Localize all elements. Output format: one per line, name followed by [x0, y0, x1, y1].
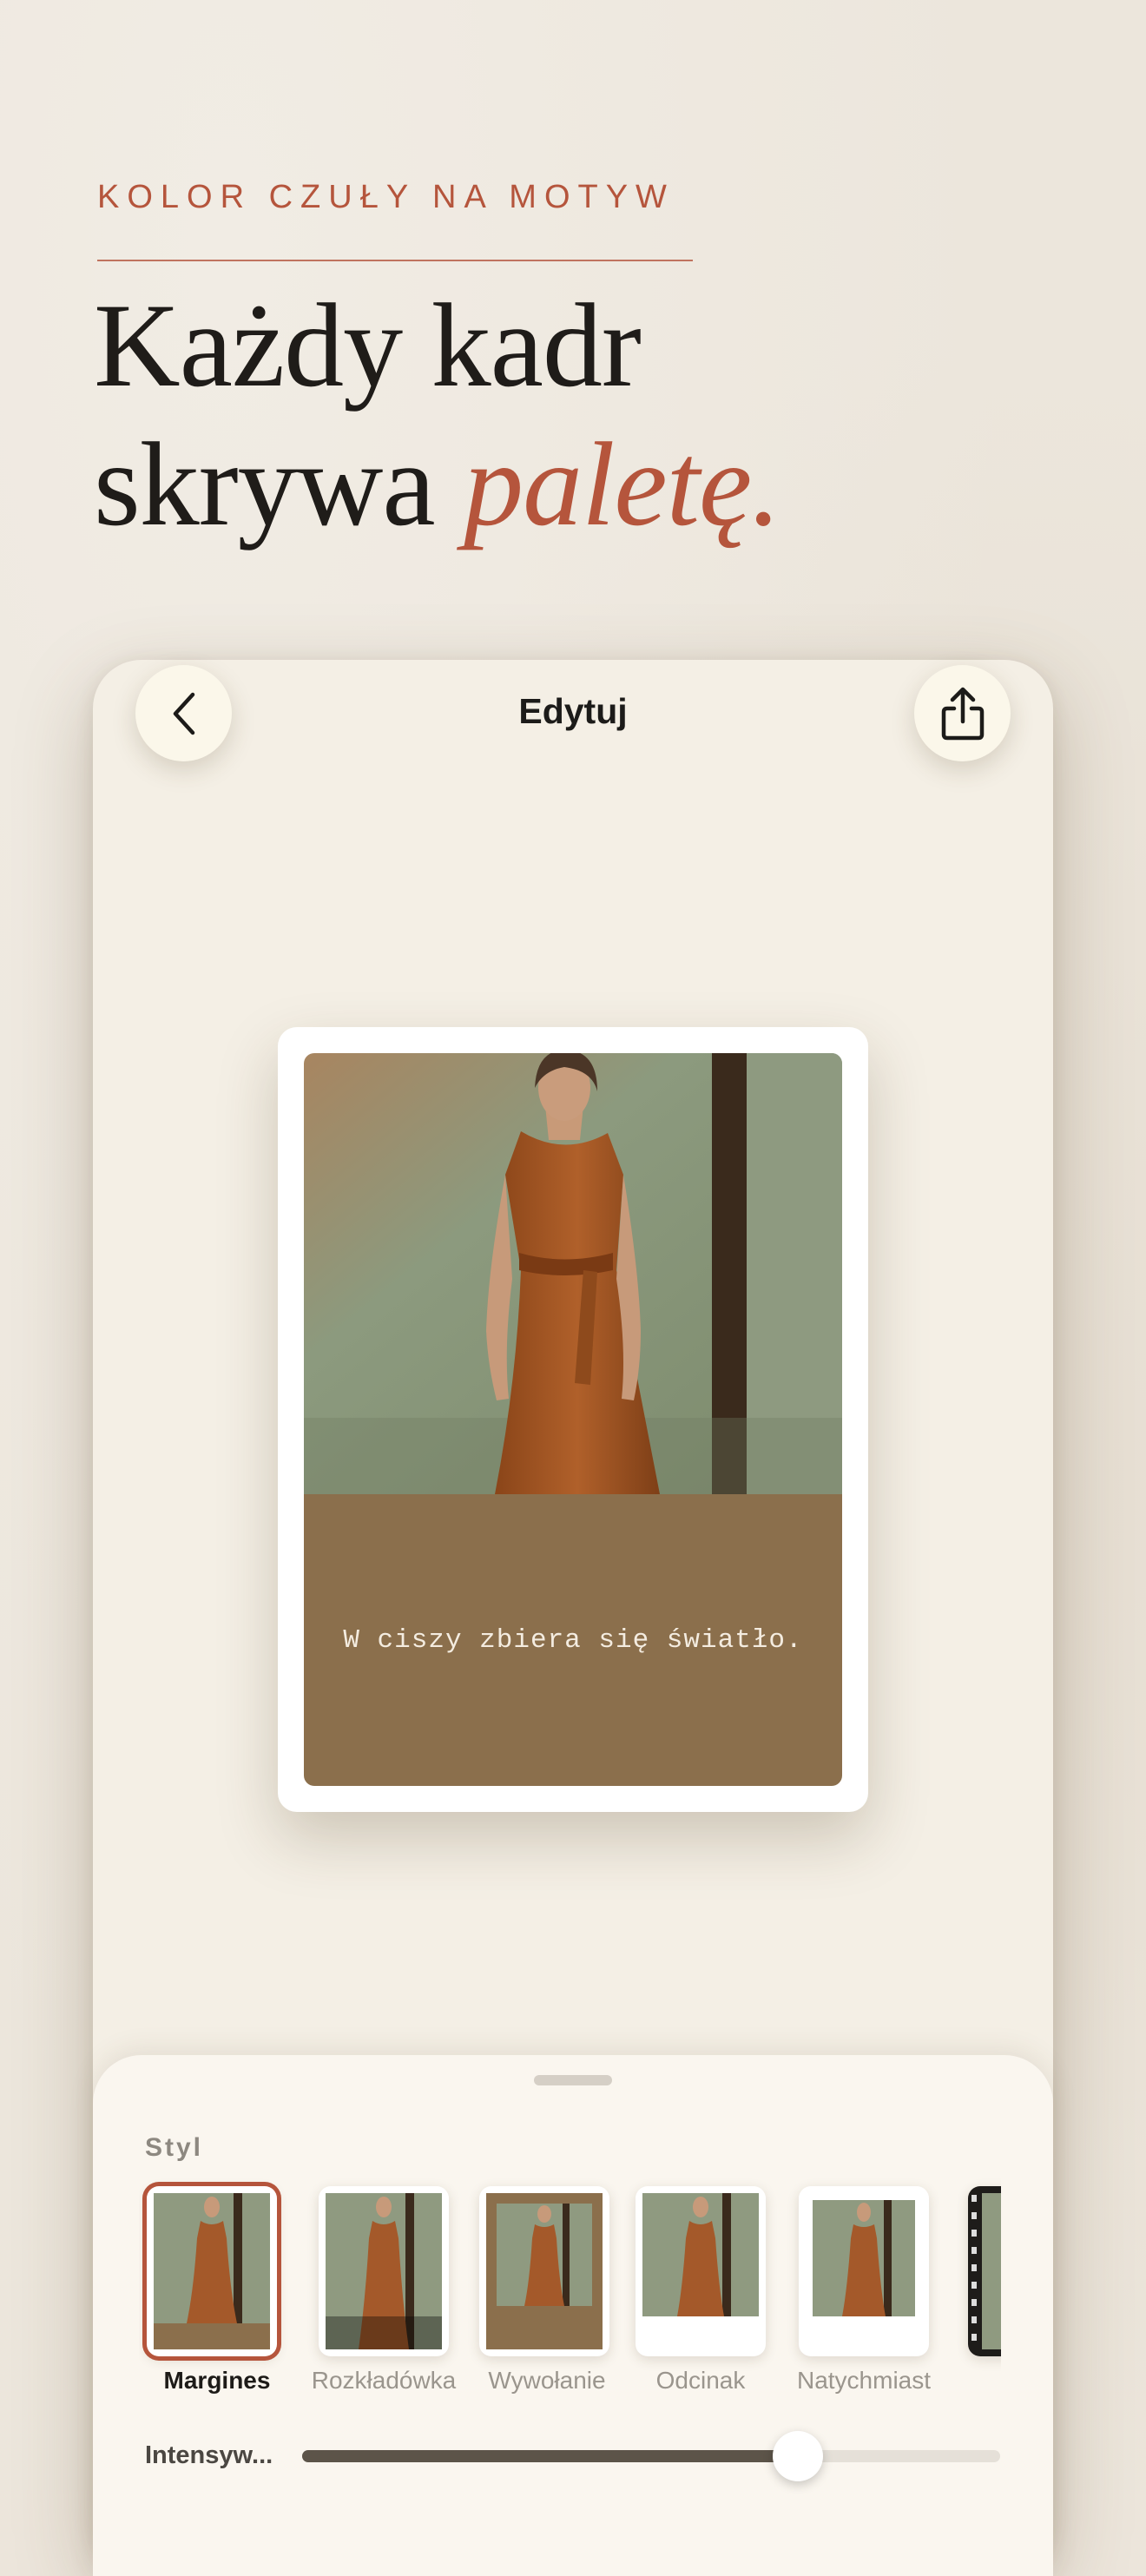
headline-plain: skrywa [94, 418, 464, 550]
sheet-grabber[interactable] [534, 2075, 612, 2085]
style-thumb [636, 2186, 766, 2356]
style-thumb [968, 2186, 1001, 2356]
style-picker[interactable]: Margines Rozkładówka Wywołanie Odcinak N… [139, 2177, 1001, 2403]
hero-headline: Każdy kadr skrywa paletę. [94, 276, 781, 554]
style-label: Odcinak [655, 2367, 746, 2394]
headline-line-2: skrywa paletę. [94, 415, 781, 554]
share-icon [941, 687, 984, 740]
share-button[interactable] [914, 665, 1011, 761]
style-thumb [799, 2186, 929, 2356]
style-label: Rozkładówka [311, 2367, 457, 2394]
preview-card[interactable]: W ciszy zbiera się światło. [278, 1027, 868, 1812]
headline-line-1: Każdy kadr [94, 279, 642, 412]
intensity-slider[interactable] [302, 2431, 1000, 2481]
style-label: Natychmiast [796, 2367, 932, 2394]
hero-divider [97, 260, 693, 261]
preview-photo [304, 1053, 842, 1494]
headline-accent: paletę. [464, 418, 781, 550]
style-thumb [479, 2186, 609, 2356]
intensity-label: Intensyw... [145, 2441, 273, 2469]
photo-caption[interactable]: W ciszy zbiera się światło. [343, 1625, 802, 1656]
caption-panel: W ciszy zbiera się światło. [304, 1494, 842, 1786]
style-thumb [147, 2186, 277, 2356]
intensity-fill [302, 2450, 798, 2462]
woman-in-orange-dress-photo [304, 1053, 842, 1494]
style-section-label: Styl [145, 2133, 204, 2162]
style-thumb [319, 2186, 449, 2356]
intensity-knob[interactable] [772, 2431, 823, 2481]
hero-eyebrow: KOLOR CZUŁY NA MOTYW [97, 179, 675, 215]
style-label: Margines [163, 2367, 271, 2394]
